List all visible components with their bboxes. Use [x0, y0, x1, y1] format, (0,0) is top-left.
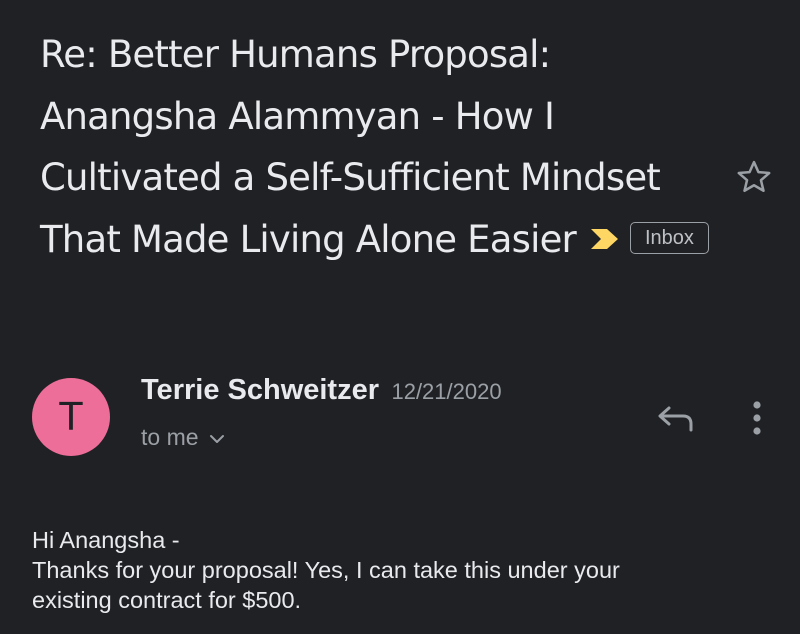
body-line: Thanks for your proposal! Yes, I can tak… — [32, 557, 620, 583]
sent-date: 12/21/2020 — [391, 379, 502, 404]
avatar-letter: T — [59, 395, 83, 439]
reply-icon — [658, 406, 693, 432]
more-options-button[interactable] — [740, 396, 774, 440]
inbox-label-chip[interactable]: Inbox — [629, 222, 709, 254]
star-button[interactable] — [732, 155, 776, 199]
reply-button[interactable] — [652, 396, 700, 440]
sender-avatar[interactable]: T — [32, 378, 110, 456]
recipient-text: to me — [141, 424, 199, 450]
email-subject: Re: Better Humans Proposal: Anangsha Ala… — [40, 24, 720, 270]
important-marker-icon[interactable] — [590, 207, 620, 269]
chevron-down-icon — [209, 434, 224, 443]
subject-text: Re: Better Humans Proposal: Anangsha Ala… — [40, 33, 661, 261]
sender-name[interactable]: Terrie Schweitzer — [141, 374, 379, 406]
body-line-greeting: Hi Anangsha - — [32, 527, 180, 553]
star-outline-icon — [737, 160, 771, 193]
recipient-details-toggle[interactable]: to me — [141, 424, 225, 451]
body-line: existing contract for $500. — [32, 587, 302, 613]
sender-row: Terrie Schweitzer 12/21/2020 — [141, 374, 502, 407]
more-vert-icon — [753, 401, 761, 435]
message-body: Hi Anangsha - Thanks for your proposal! … — [32, 525, 772, 615]
